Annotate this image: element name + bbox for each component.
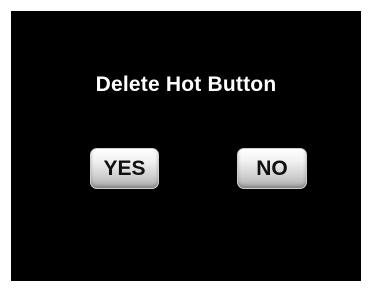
yes-button[interactable]: YES — [90, 148, 159, 189]
dialog-title: Delete Hot Button — [95, 73, 277, 96]
no-button[interactable]: NO — [237, 148, 307, 189]
confirm-dialog-screen: Delete Hot Button YES NO — [11, 11, 361, 281]
